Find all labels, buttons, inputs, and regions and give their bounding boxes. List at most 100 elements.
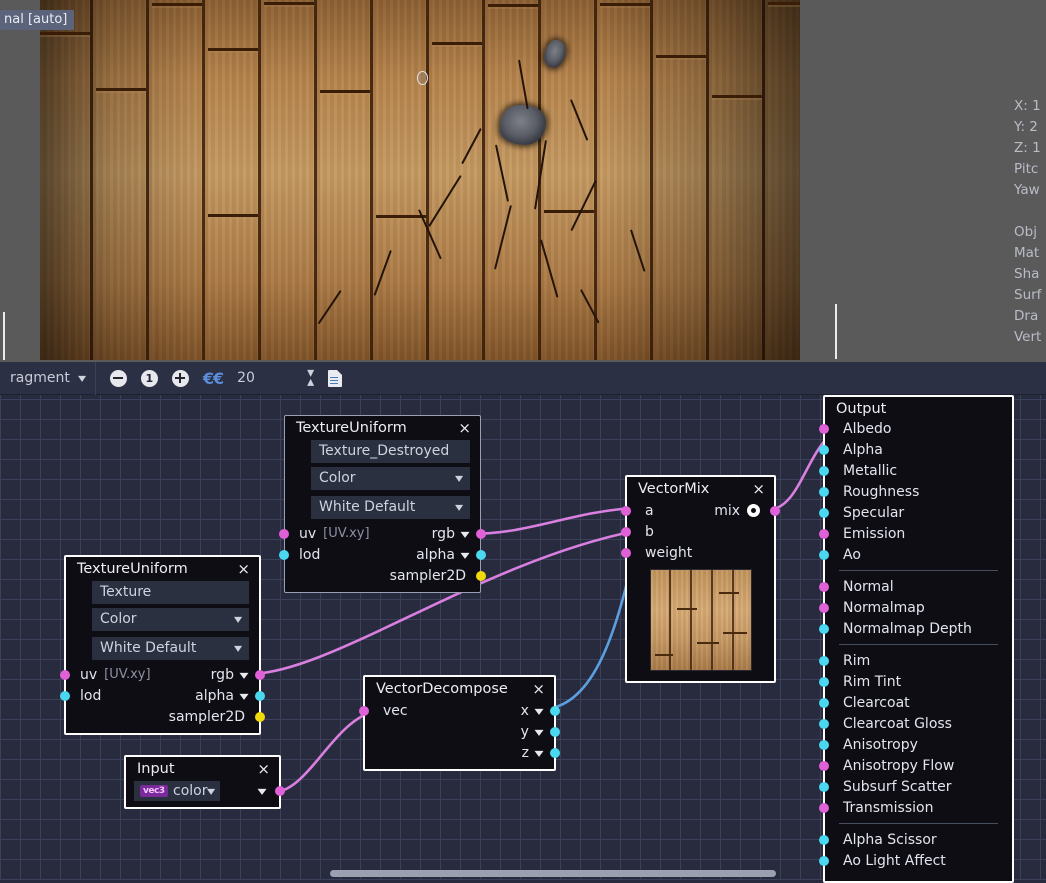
grid-size-input[interactable]: 20: [237, 370, 293, 386]
curve-toggle-icon[interactable]: ▾: [239, 691, 248, 701]
node-vectormix[interactable]: VectorMix × a mix b weight: [625, 475, 776, 683]
node-title-bar[interactable]: Output: [825, 397, 1012, 418]
port-in-ao-light-affect[interactable]: [819, 856, 829, 866]
curve-toggle-icon[interactable]: ▾: [460, 550, 469, 560]
shader-mode-selector[interactable]: ragment ▾: [0, 362, 95, 395]
texture-type-select[interactable]: Color ▾: [92, 608, 249, 631]
port-row-clearcoat-gloss[interactable]: Clearcoat Gloss: [825, 713, 1012, 734]
texture-name-input[interactable]: Texture_Destroyed: [311, 440, 470, 463]
zoom-reset-button[interactable]: 1: [141, 370, 158, 387]
port-row-b[interactable]: b: [627, 521, 774, 542]
port-in-uv[interactable]: [279, 529, 289, 539]
port-in-a[interactable]: [621, 506, 631, 516]
port-in-ao[interactable]: [819, 550, 829, 560]
port-in-albedo[interactable]: [819, 424, 829, 434]
port-row-transmission[interactable]: Transmission: [825, 797, 1012, 818]
port-out-alpha[interactable]: [476, 550, 486, 560]
port-in-lod[interactable]: [60, 691, 70, 701]
port-row-anisotropy[interactable]: Anisotropy: [825, 734, 1012, 755]
port-in-roughness[interactable]: [819, 487, 829, 497]
port-row-alpha[interactable]: Alpha: [825, 439, 1012, 460]
curve-toggle-icon[interactable]: ▾: [534, 727, 543, 737]
port-row-anisotropy-flow[interactable]: Anisotropy Flow: [825, 755, 1012, 776]
port-row-rim[interactable]: Rim: [825, 650, 1012, 671]
port-row-sampler[interactable]: sampler2D: [66, 706, 259, 727]
texture-name-input[interactable]: Texture: [92, 581, 249, 604]
port-out-sampler2d[interactable]: [255, 712, 265, 722]
port-row-vec-x[interactable]: vec x ▾: [365, 700, 554, 721]
node-output[interactable]: Output Albedo Alpha Metallic Roughness S…: [823, 395, 1014, 883]
curve-toggle-icon[interactable]: ▾: [460, 529, 469, 539]
texture-type-select[interactable]: Color ▾: [311, 467, 470, 490]
3d-viewport[interactable]: nal [auto] X: 1 Y: 2 Z: 1 Pitc Yaw Obj M…: [0, 0, 1046, 362]
input-type-select[interactable]: vec3 color ▾: [134, 781, 220, 801]
port-out-z[interactable]: [550, 748, 560, 758]
port-row-sampler[interactable]: sampler2D: [285, 565, 480, 586]
port-in-anisotropy-flow[interactable]: [819, 761, 829, 771]
node-input[interactable]: Input × vec3 color ▾ ▾: [124, 755, 281, 809]
texture-default-select[interactable]: White Default ▾: [311, 496, 470, 519]
port-in-weight[interactable]: [621, 548, 631, 558]
node-textureuniform-base[interactable]: TextureUniform × Texture Color ▾ White D…: [64, 555, 261, 735]
port-in-specular[interactable]: [819, 508, 829, 518]
node-title-bar[interactable]: TextureUniform ×: [285, 416, 480, 439]
port-in-clearcoat-gloss[interactable]: [819, 719, 829, 729]
curve-toggle-icon[interactable]: ▾: [534, 706, 543, 716]
scrollbar-thumb[interactable]: [330, 870, 776, 877]
port-in-normalmap-depth[interactable]: [819, 624, 829, 634]
port-row-metallic[interactable]: Metallic: [825, 460, 1012, 481]
file-icon[interactable]: [328, 370, 342, 387]
curve-toggle-icon[interactable]: ▾: [534, 748, 543, 758]
port-in-emission[interactable]: [819, 529, 829, 539]
port-row-input-value[interactable]: vec3 color ▾ ▾: [126, 780, 279, 801]
port-in-rim[interactable]: [819, 656, 829, 666]
port-row-y[interactable]: y ▾: [365, 721, 554, 742]
port-out-y[interactable]: [550, 727, 560, 737]
port-row-roughness[interactable]: Roughness: [825, 481, 1012, 502]
port-in-alpha-scissor[interactable]: [819, 835, 829, 845]
node-textureuniform-destroyed[interactable]: TextureUniform × Texture_Destroyed Color…: [284, 415, 481, 593]
port-row-specular[interactable]: Specular: [825, 502, 1012, 523]
port-in-transmission[interactable]: [819, 803, 829, 813]
port-in-normal[interactable]: [819, 582, 829, 592]
port-row-z[interactable]: z ▾: [365, 742, 554, 763]
zoom-out-icon[interactable]: [110, 370, 127, 387]
port-row-a[interactable]: a mix: [627, 500, 774, 521]
close-icon[interactable]: ×: [237, 562, 250, 577]
port-in-normalmap[interactable]: [819, 603, 829, 613]
port-out-color[interactable]: [275, 786, 285, 796]
shader-graph-canvas[interactable]: ragment ▾ 1 €€ 20 ▾▴ TextureUniform ×: [0, 362, 1046, 880]
close-icon[interactable]: ×: [458, 421, 471, 436]
port-out-sampler2d[interactable]: [476, 571, 486, 581]
snap-grid-icon[interactable]: €€: [203, 369, 223, 388]
port-row-clearcoat[interactable]: Clearcoat: [825, 692, 1012, 713]
zoom-in-icon[interactable]: [172, 370, 189, 387]
port-in-clearcoat[interactable]: [819, 698, 829, 708]
close-icon[interactable]: ×: [532, 682, 545, 697]
port-row-uv-rgb[interactable]: uv [UV.xy] rgb ▾: [66, 664, 259, 685]
port-in-uv[interactable]: [60, 670, 70, 680]
close-icon[interactable]: ×: [752, 482, 765, 497]
port-out-alpha[interactable]: [255, 691, 265, 701]
node-vectordecompose[interactable]: VectorDecompose × vec x ▾ y ▾: [363, 675, 556, 771]
port-in-b[interactable]: [621, 527, 631, 537]
eye-icon[interactable]: [747, 504, 760, 517]
port-row-weight[interactable]: weight: [627, 542, 774, 563]
curve-toggle-icon[interactable]: ▾: [257, 786, 266, 796]
horizontal-scrollbar[interactable]: [0, 866, 1046, 880]
port-in-lod[interactable]: [279, 550, 289, 560]
node-title-bar[interactable]: VectorMix ×: [627, 477, 774, 500]
close-icon[interactable]: ×: [257, 762, 270, 777]
texture-default-select[interactable]: White Default ▾: [92, 637, 249, 660]
port-row-lod-alpha[interactable]: lod alpha ▾: [285, 544, 480, 565]
port-out-mix[interactable]: [770, 506, 780, 516]
port-row-albedo[interactable]: Albedo: [825, 418, 1012, 439]
node-title-bar[interactable]: Input ×: [126, 757, 279, 780]
port-row-normalmap[interactable]: Normalmap: [825, 597, 1012, 618]
port-row-rim-tint[interactable]: Rim Tint: [825, 671, 1012, 692]
grid-size-stepper[interactable]: ▾▴: [307, 369, 314, 387]
port-out-rgb[interactable]: [255, 670, 265, 680]
port-out-rgb[interactable]: [476, 529, 486, 539]
port-out-x[interactable]: [550, 706, 560, 716]
port-in-metallic[interactable]: [819, 466, 829, 476]
